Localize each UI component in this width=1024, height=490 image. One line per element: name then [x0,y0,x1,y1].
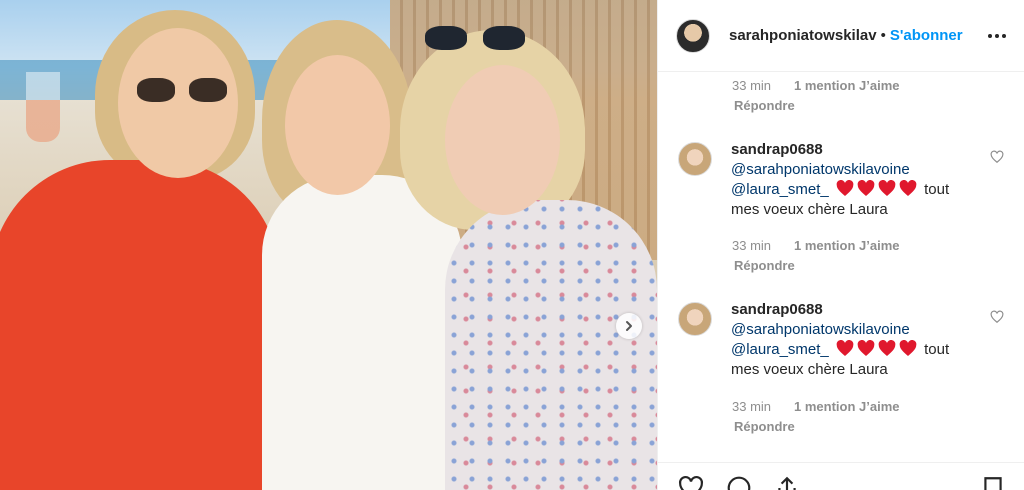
reply-button[interactable]: Répondre [734,419,795,434]
comment-likes[interactable]: 1 mention J’aime [794,78,899,93]
commenter-username[interactable]: sandrap0688 [731,300,971,320]
follow-button[interactable]: S'abonner [890,27,963,44]
woman-right-floral-dress [445,200,657,490]
heart-icon [878,340,896,356]
comment-time: 33 min [732,238,772,253]
reply-button[interactable]: Répondre [734,258,795,273]
share-icon[interactable] [774,475,800,490]
comment-icon[interactable] [726,475,752,490]
hearts-emoji [836,180,917,197]
commenter-avatar[interactable] [678,302,712,336]
commenter-username[interactable]: sandrap0688 [731,140,971,160]
champagne-glass [26,72,60,142]
hearts-emoji [836,340,917,357]
mention-link[interactable]: @sarahponiatowskilavoine [731,161,910,178]
post-actions-bar [658,462,1024,490]
comments-list[interactable]: 33 min 1 mention J’aime Répondre sandrap… [658,72,1024,462]
heart-icon [836,180,854,196]
heart-icon [857,340,875,356]
comment-line: mes voeux chère Laura [731,361,888,378]
mention-link[interactable]: @laura_smet_ [731,181,829,198]
author-username[interactable]: sarahponiatowskilav [729,27,877,44]
separator-dot: • [880,27,886,44]
heart-icon [878,180,896,196]
mention-link[interactable]: @laura_smet_ [731,341,829,358]
comment-text: sandrap0688 @sarahponiatowskilavoine @la… [731,300,971,380]
comment-meta: 33 min 1 mention J’aime [732,238,899,253]
heart-icon [836,340,854,356]
comment-time: 33 min [732,78,772,93]
author-avatar[interactable] [676,18,710,53]
comment-meta: 33 min 1 mention J’aime [732,399,899,414]
post-photo[interactable] [0,0,657,490]
comment-meta: 33 min 1 mention J’aime [732,78,899,93]
commenter-avatar[interactable] [678,142,712,176]
sunglasses [137,78,227,104]
heart-icon [899,180,917,196]
comment-likes[interactable]: 1 mention J’aime [794,399,899,414]
comment-line: mes voeux chère Laura [731,201,888,218]
comment-word: tout [924,341,950,358]
heart-icon [857,180,875,196]
more-options-icon [988,33,1006,38]
comment-text: sandrap0688 @sarahponiatowskilavoine @la… [731,140,971,220]
bookmark-icon[interactable] [980,475,1006,490]
sunglasses-on-head [425,26,525,54]
next-photo-button[interactable] [616,313,642,339]
comment-likes[interactable]: 1 mention J’aime [794,238,899,253]
woman-center-white-dress [262,175,462,490]
like-button-icon[interactable] [678,475,704,490]
like-outline-icon[interactable] [990,150,1004,164]
more-options-button[interactable] [986,25,1008,47]
comment-word: tout [924,181,950,198]
mention-link[interactable]: @sarahponiatowskilavoine [731,321,910,338]
reply-button[interactable]: Répondre [734,98,795,113]
woman-right-face [445,65,560,215]
like-outline-icon[interactable] [990,310,1004,324]
post-sidebar: sarahponiatowskilav • S'abonner 33 min 1… [657,0,1024,490]
comment-time: 33 min [732,399,772,414]
post-header: sarahponiatowskilav • S'abonner [658,0,1024,72]
woman-left-red-outfit [0,160,280,490]
woman-center-face [285,55,390,195]
chevron-right-icon [626,321,632,331]
heart-icon [899,340,917,356]
